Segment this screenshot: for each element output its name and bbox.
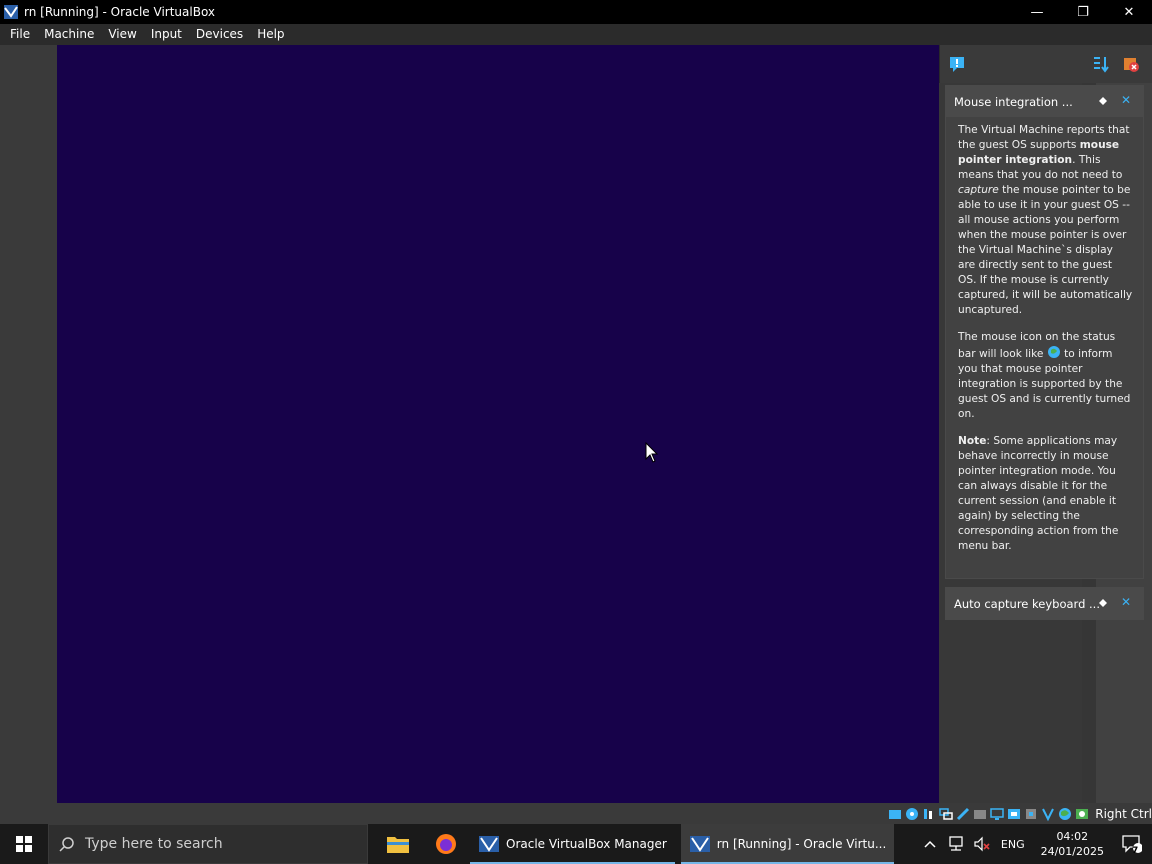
audio-icon[interactable] [921,806,937,822]
restore-button[interactable]: ❐ [1060,0,1106,24]
usb-icon[interactable] [955,806,971,822]
sort-icon[interactable] [1090,53,1112,75]
taskbar-app-virtualbox-manager[interactable]: Oracle VirtualBox Manager [470,824,675,864]
optical-drive-icon[interactable] [904,806,920,822]
file-explorer-icon[interactable] [374,824,422,864]
virtualbox-vm-icon [689,836,710,852]
cpu-icon[interactable] [1023,806,1039,822]
mouse-integration-status-icon[interactable] [1057,806,1073,822]
host-key-label: Right Ctrl [1095,806,1152,821]
notification-paragraph: The mouse icon on the status bar will lo… [958,330,1133,422]
clock-time: 04:02 [1056,830,1089,843]
mouse-integration-icon [1047,346,1060,358]
notification-title: Mouse integration ... [954,94,1073,109]
bold-text: Note [958,435,987,447]
system-tray: ENG 04:02 24/01/2025 7 [917,824,1152,864]
close-button[interactable]: ✕ [1106,0,1152,24]
virtualbox-app-icon [3,4,19,20]
windows-logo-icon [16,836,32,852]
minimize-button[interactable]: — [1014,0,1060,24]
close-icon[interactable]: ✕ [1121,595,1131,609]
window-titlebar: rn [Running] - Oracle VirtualBox — ❐ ✕ [0,0,1152,24]
menu-machine[interactable]: Machine [37,24,101,45]
vm-display[interactable] [57,45,939,803]
taskbar-app-label: Oracle VirtualBox Manager [506,837,667,851]
firefox-icon[interactable] [422,824,470,864]
hard-disk-icon[interactable] [887,806,903,822]
action-center-icon[interactable]: 7 [1112,835,1152,856]
notification-header: Auto capture keyboard ... ✕ [946,588,1143,619]
notification-toggle-icon[interactable] [946,53,968,75]
menu-view[interactable]: View [101,24,143,45]
network-icon[interactable] [945,836,967,852]
menu-input[interactable]: Input [144,24,189,45]
taskbar-search-box[interactable]: Type here to search [48,824,368,864]
recording-icon[interactable] [1006,806,1022,822]
notification-auto-capture-keyboard: Auto capture keyboard ... ✕ [945,587,1144,620]
vm-status-bar: Right Ctrl [0,803,1152,824]
text-span: : Some applications may behave incorrect… [958,435,1119,552]
mouse-cursor-icon [645,442,659,463]
clock[interactable]: 04:02 24/01/2025 [1041,829,1104,859]
clear-all-icon[interactable] [1120,53,1142,75]
close-icon[interactable]: ✕ [1121,93,1131,107]
keyboard-capture-icon[interactable] [1074,806,1090,822]
menu-file[interactable]: File [3,24,37,45]
taskbar-app-label: rn [Running] - Oracle Virtu... [716,837,887,851]
notification-header: Mouse integration ... ✕ [946,86,1143,117]
language-indicator[interactable]: ENG [1001,838,1025,851]
start-button[interactable] [0,824,48,864]
notification-paragraph: Note: Some applications may behave incor… [958,434,1133,554]
taskbar-app-vm-running[interactable]: rn [Running] - Oracle Virtu... [680,824,895,864]
virtualization-icon[interactable] [1040,806,1056,822]
pin-icon[interactable] [1097,597,1109,609]
network-icon[interactable] [938,806,954,822]
window-title: rn [Running] - Oracle VirtualBox [24,5,216,19]
menu-devices[interactable]: Devices [189,24,250,45]
notification-center-toolbar [939,45,1152,83]
display-icon[interactable] [989,806,1005,822]
shared-folders-icon[interactable] [972,806,988,822]
notification-body: The Virtual Machine reports that the gue… [946,117,1143,576]
chevron-up-icon[interactable] [919,840,941,848]
search-icon [59,837,74,852]
menu-bar: File Machine View Input Devices Help [0,24,1152,45]
notification-title: Auto capture keyboard ... [954,596,1100,611]
notification-paragraph: The Virtual Machine reports that the gue… [958,123,1133,318]
clock-date: 24/01/2025 [1040,845,1104,858]
speaker-muted-icon[interactable] [971,836,993,852]
virtualbox-icon [479,836,499,852]
text-span: the mouse pointer to be able to use it i… [958,184,1133,316]
search-placeholder: Type here to search [85,836,223,852]
notification-count: 7 [1132,846,1139,856]
pin-icon[interactable] [1097,95,1109,107]
notification-mouse-integration: Mouse integration ... ✕ The Virtual Mach… [945,85,1144,579]
menu-help[interactable]: Help [250,24,291,45]
italic-text: capture [958,184,999,196]
